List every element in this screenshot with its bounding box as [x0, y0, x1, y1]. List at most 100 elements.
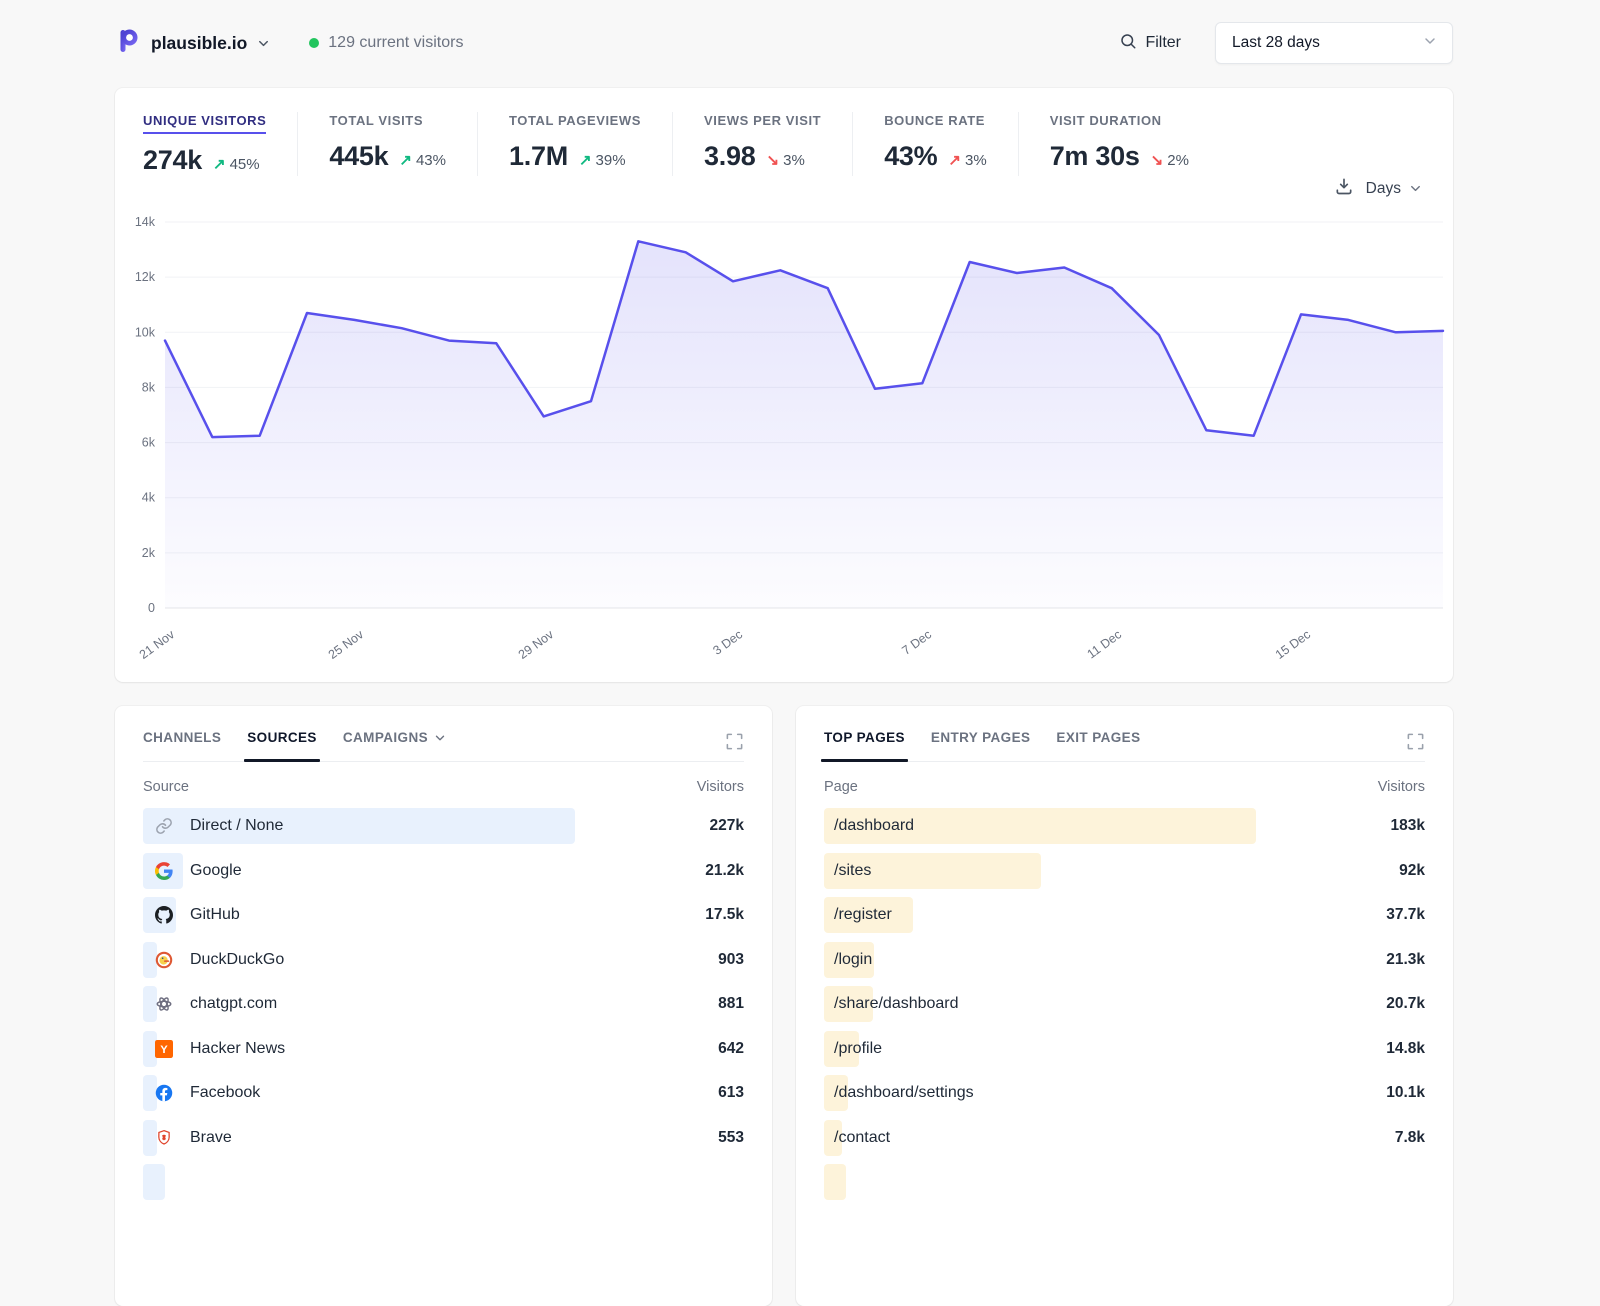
chatgpt-icon — [155, 995, 173, 1013]
duckduckgo-icon — [155, 951, 173, 969]
page-row[interactable]: /dashboard 183k — [824, 808, 1425, 844]
tab-entry-pages[interactable]: ENTRY PAGES — [931, 730, 1030, 761]
row-label: /dashboard — [834, 817, 914, 835]
facebook-icon — [155, 1084, 173, 1102]
row-visitors: 21.2k — [705, 862, 744, 880]
sources-panel-head: CHANNELS SOURCES CAMPAIGNS — [143, 730, 744, 762]
row-visitors: 881 — [718, 995, 744, 1013]
tab-top-pages[interactable]: TOP PAGES — [824, 730, 905, 761]
row-label: chatgpt.com — [190, 995, 277, 1013]
tab-channels[interactable]: CHANNELS — [143, 730, 221, 761]
stat-change: ↗3% — [948, 151, 986, 169]
source-row[interactable]: Direct / None 227k — [143, 808, 744, 844]
svg-text:Y: Y — [160, 1044, 168, 1056]
tab-exit-pages[interactable]: EXIT PAGES — [1056, 730, 1140, 761]
chevron-down-icon — [1422, 33, 1438, 54]
stat-label: BOUNCE RATE — [884, 113, 985, 128]
stat-total-visits[interactable]: TOTAL VISITS 445k ↗43% — [297, 112, 477, 176]
arrow-up-icon: ↗ — [948, 151, 961, 169]
row-visitors: 20.7k — [1386, 995, 1425, 1013]
expand-icon[interactable] — [1406, 732, 1425, 756]
column-visitors: Visitors — [697, 779, 744, 795]
stat-value: 3.98 — [704, 141, 755, 172]
row-bar — [824, 1164, 846, 1200]
arrow-down-icon: ↘ — [767, 151, 780, 169]
site-name: plausible.io — [151, 33, 247, 54]
stat-total-pageviews[interactable]: TOTAL PAGEVIEWS 1.7M ↗39% — [477, 112, 672, 176]
download-icon[interactable] — [1334, 176, 1354, 201]
chart-tools: Days — [1334, 176, 1423, 201]
stat-visit-duration[interactable]: VISIT DURATION 7m 30s ↘2% — [1018, 112, 1220, 176]
sources-columns: Source Visitors — [143, 779, 744, 795]
column-visitors: Visitors — [1378, 779, 1425, 795]
interval-select[interactable]: Days — [1366, 180, 1423, 198]
source-row[interactable]: Facebook 613 — [143, 1075, 744, 1111]
top-bar-right: Filter Last 28 days — [1119, 22, 1453, 64]
stat-label: TOTAL PAGEVIEWS — [509, 113, 641, 128]
source-row[interactable]: Google 21.2k — [143, 853, 744, 889]
tab-campaigns[interactable]: CAMPAIGNS — [343, 730, 447, 761]
google-icon — [155, 862, 173, 880]
tab-sources[interactable]: SOURCES — [247, 730, 317, 761]
stat-value: 274k — [143, 145, 202, 176]
partial-row — [824, 1164, 1425, 1200]
row-visitors: 92k — [1399, 862, 1425, 880]
stat-views-per-visit[interactable]: VIEWS PER VISIT 3.98 ↘3% — [672, 112, 852, 176]
x-axis-label: 15 Dec — [1273, 627, 1313, 662]
site-switcher[interactable]: plausible.io — [115, 27, 271, 59]
stat-bounce-rate[interactable]: BOUNCE RATE 43% ↗3% — [852, 112, 1018, 176]
page-row[interactable]: /login 21.3k — [824, 942, 1425, 978]
source-row[interactable]: Brave 553 — [143, 1120, 744, 1156]
row-label: Hacker News — [190, 1040, 285, 1058]
stat-label: TOTAL VISITS — [329, 113, 423, 128]
svg-text:2k: 2k — [142, 546, 156, 560]
page-row[interactable]: /profile 14.8k — [824, 1031, 1425, 1067]
arrow-up-icon: ↗ — [399, 151, 412, 169]
row-label: Direct / None — [190, 817, 283, 835]
breakdown-panels: CHANNELS SOURCES CAMPAIGNS Source Visito… — [115, 706, 1453, 1306]
current-visitors[interactable]: 129 current visitors — [309, 34, 463, 52]
row-label: GitHub — [190, 906, 240, 924]
interval-value: Days — [1366, 180, 1401, 198]
row-label: DuckDuckGo — [190, 951, 284, 969]
page-row[interactable]: /register 37.7k — [824, 897, 1425, 933]
svg-text:6k: 6k — [142, 436, 156, 450]
sources-list: Direct / None 227k Google 21.2k GitHub 1… — [143, 808, 744, 1200]
expand-icon[interactable] — [725, 732, 744, 756]
source-row[interactable]: Y Hacker News 642 — [143, 1031, 744, 1067]
stat-value: 1.7M — [509, 141, 568, 172]
pages-panel-head: TOP PAGES ENTRY PAGES EXIT PAGES — [824, 730, 1425, 762]
date-range-select[interactable]: Last 28 days — [1215, 22, 1453, 64]
pages-tabs: TOP PAGES ENTRY PAGES EXIT PAGES — [824, 730, 1140, 761]
svg-text:14k: 14k — [135, 215, 156, 229]
dashboard-page: plausible.io 129 current visitors Filter… — [115, 0, 1453, 1306]
source-row[interactable]: chatgpt.com 881 — [143, 986, 744, 1022]
source-row[interactable]: DuckDuckGo 903 — [143, 942, 744, 978]
filter-label: Filter — [1145, 34, 1181, 52]
page-row[interactable]: /dashboard/settings 10.1k — [824, 1075, 1425, 1111]
row-label: /sites — [834, 862, 871, 880]
stat-label: VISIT DURATION — [1050, 113, 1162, 128]
stat-value: 445k — [329, 141, 388, 172]
filter-button[interactable]: Filter — [1119, 32, 1181, 55]
chart-x-axis: 21 Nov25 Nov29 Nov3 Dec7 Dec11 Dec15 Dec — [165, 604, 1443, 664]
visitors-area-chart[interactable]: 02k4k6k8k10k12k14k — [115, 214, 1453, 614]
page-row[interactable]: /share/dashboard 20.7k — [824, 986, 1425, 1022]
page-row[interactable]: /contact 7.8k — [824, 1120, 1425, 1156]
arrow-up-icon: ↗ — [579, 151, 592, 169]
brave-icon — [155, 1129, 173, 1147]
stat-change: ↗43% — [399, 151, 446, 169]
source-row[interactable]: GitHub 17.5k — [143, 897, 744, 933]
x-axis-label: 3 Dec — [710, 627, 745, 658]
row-visitors: 227k — [710, 817, 744, 835]
stat-unique-visitors[interactable]: UNIQUE VISITORS 274k ↗45% — [143, 112, 297, 176]
pages-panel: TOP PAGES ENTRY PAGES EXIT PAGES Page Vi… — [796, 706, 1453, 1306]
row-label: Brave — [190, 1129, 232, 1147]
arrow-up-icon: ↗ — [213, 155, 226, 173]
row-visitors: 17.5k — [705, 906, 744, 924]
row-visitors: 553 — [718, 1129, 744, 1147]
row-visitors: 7.8k — [1395, 1129, 1425, 1147]
page-row[interactable]: /sites 92k — [824, 853, 1425, 889]
row-visitors: 903 — [718, 951, 744, 969]
column-page: Page — [824, 779, 858, 795]
